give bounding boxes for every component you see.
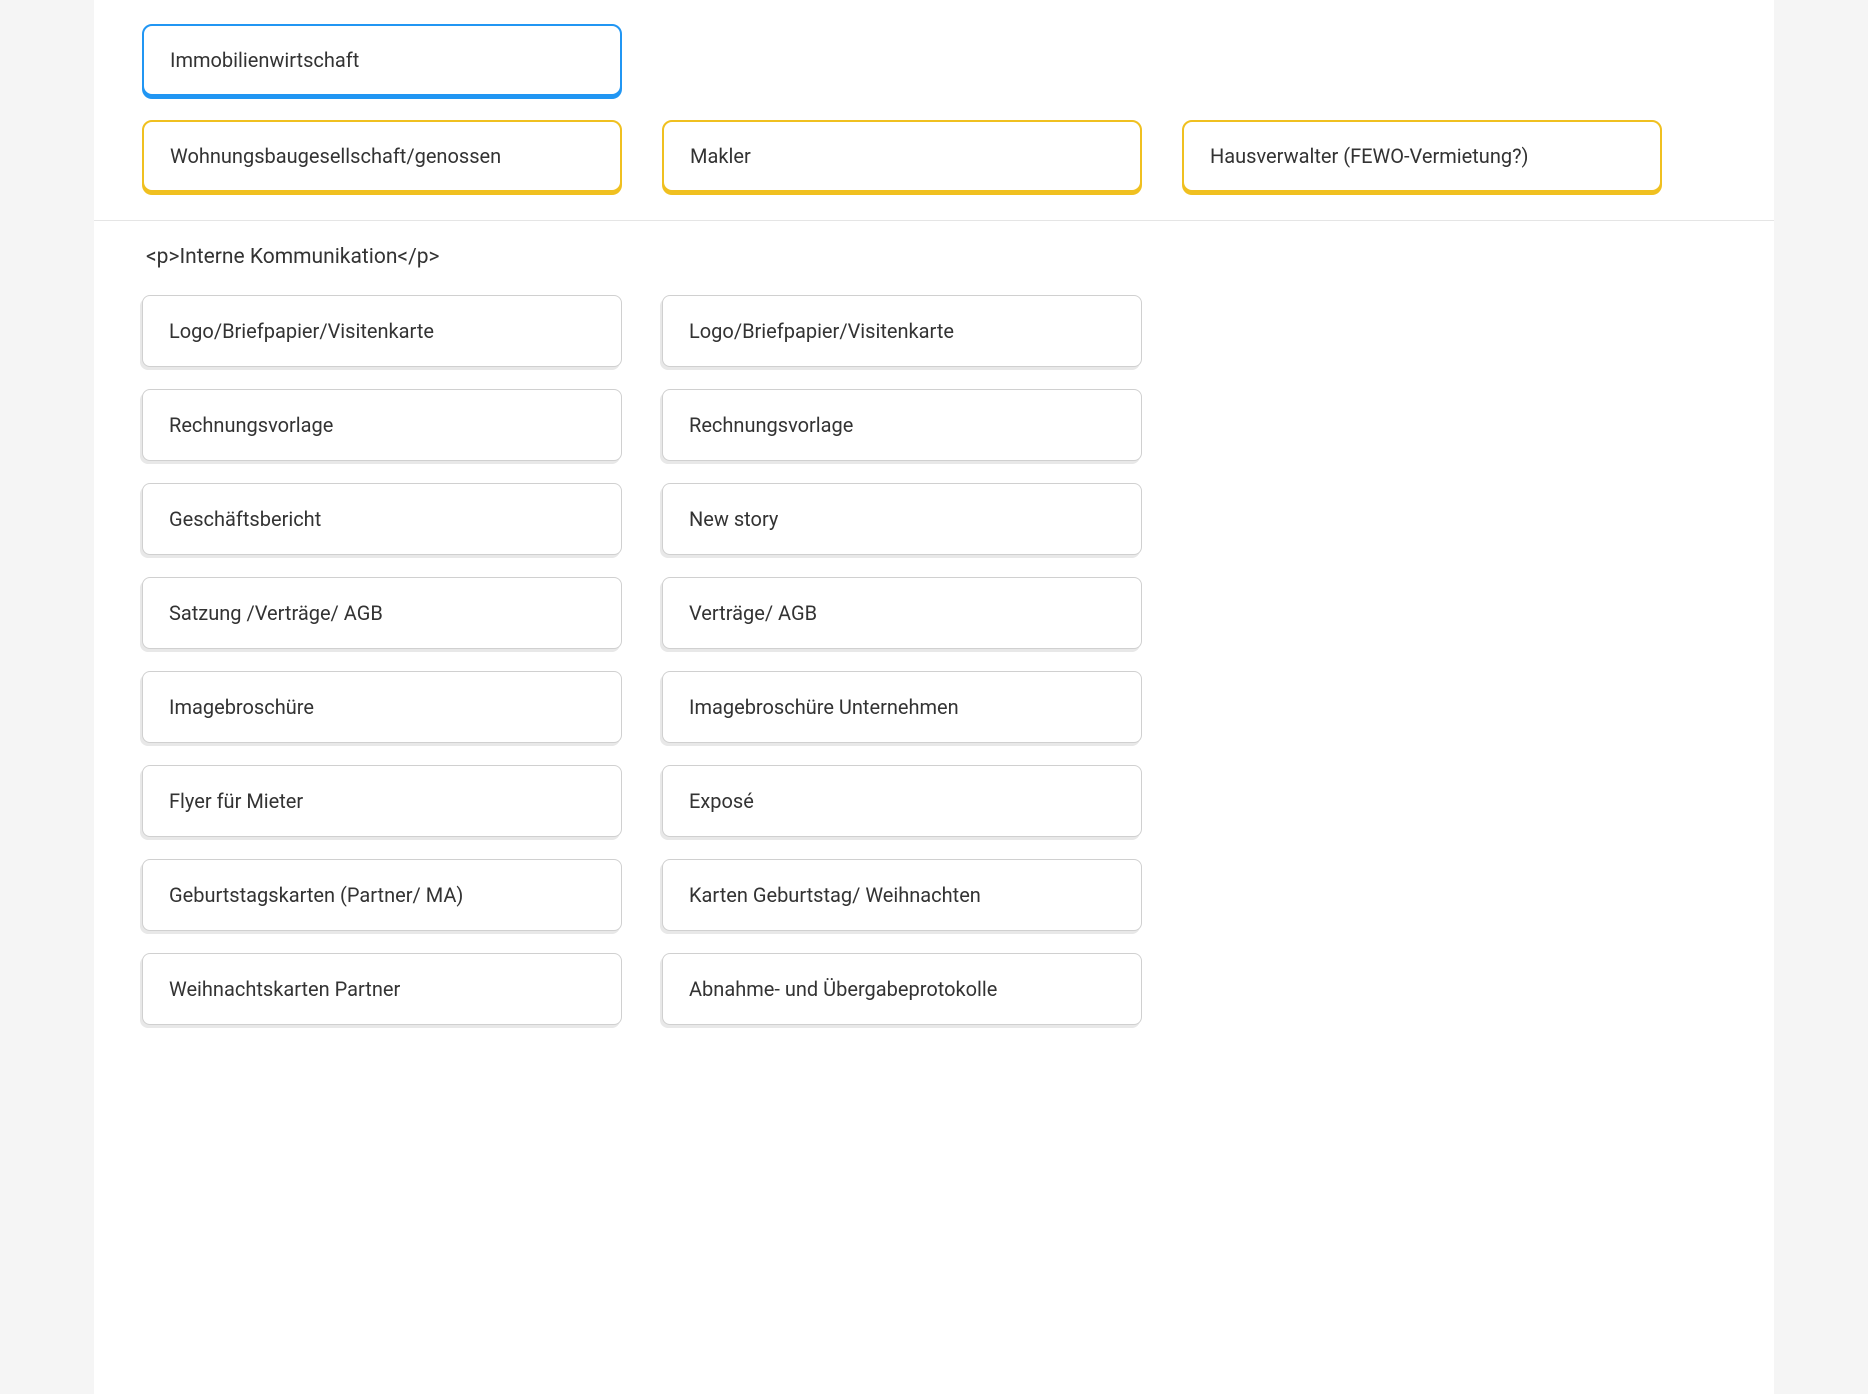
persona-card-child[interactable]: Hausverwalter (FEWO-Vermietung?) — [1182, 120, 1662, 192]
persona-card-parent[interactable]: Immobilienwirtschaft — [142, 24, 622, 96]
story-label: Exposé — [689, 789, 754, 813]
story-card[interactable]: Rechnungsvorlage — [142, 389, 622, 461]
story-label: Satzung /Verträge/ AGB — [169, 601, 383, 625]
story-label: Geburtstagskarten (Partner/ MA) — [169, 883, 463, 907]
story-card[interactable]: Flyer für Mieter — [142, 765, 622, 837]
story-label: Imagebroschüre Unternehmen — [689, 695, 959, 719]
story-card[interactable]: Logo/Briefpapier/Visitenkarte — [142, 295, 622, 367]
story-label: Geschäftsbericht — [169, 507, 321, 531]
story-section: <p>Interne Kommunikation</p> Logo/Briefp… — [94, 220, 1774, 1053]
story-card[interactable]: Verträge/ AGB — [662, 577, 1142, 649]
story-card[interactable]: Geburtstagskarten (Partner/ MA) — [142, 859, 622, 931]
persona-label: Immobilienwirtschaft — [170, 48, 359, 72]
story-card[interactable]: Logo/Briefpapier/Visitenkarte — [662, 295, 1142, 367]
story-label: Flyer für Mieter — [169, 789, 303, 813]
story-label: Karten Geburtstag/ Weihnachten — [689, 883, 981, 907]
story-card[interactable]: Karten Geburtstag/ Weihnachten — [662, 859, 1142, 931]
story-placeholder: New story — [689, 507, 778, 531]
persona-card-child[interactable]: Makler — [662, 120, 1142, 192]
story-grid: Logo/Briefpapier/Visitenkarte Logo/Brief… — [142, 295, 1726, 1025]
story-label: Logo/Briefpapier/Visitenkarte — [689, 319, 954, 343]
story-card-new[interactable]: New story — [662, 483, 1142, 555]
persona-section: Immobilienwirtschaft Wohnungsbaugesellsc… — [94, 0, 1774, 220]
story-card[interactable]: Geschäftsbericht — [142, 483, 622, 555]
story-label: Rechnungsvorlage — [169, 413, 333, 437]
story-card[interactable]: Satzung /Verträge/ AGB — [142, 577, 622, 649]
story-label: Rechnungsvorlage — [689, 413, 853, 437]
story-card[interactable]: Rechnungsvorlage — [662, 389, 1142, 461]
persona-label: Hausverwalter (FEWO-Vermietung?) — [1210, 144, 1529, 168]
story-label: Verträge/ AGB — [689, 601, 817, 625]
story-label: Weihnachtskarten Partner — [169, 977, 400, 1001]
persona-label: Makler — [690, 144, 751, 168]
story-card[interactable]: Imagebroschüre Unternehmen — [662, 671, 1142, 743]
story-card[interactable]: Weihnachtskarten Partner — [142, 953, 622, 1025]
story-card[interactable]: Imagebroschüre — [142, 671, 622, 743]
story-label: Logo/Briefpapier/Visitenkarte — [169, 319, 434, 343]
section-heading: <p>Interne Kommunikation</p> — [142, 245, 1726, 269]
persona-label: Wohnungsbaugesellschaft/genossen — [170, 144, 501, 168]
story-map-canvas: Immobilienwirtschaft Wohnungsbaugesellsc… — [94, 0, 1774, 1394]
story-label: Imagebroschüre — [169, 695, 314, 719]
persona-card-child[interactable]: Wohnungsbaugesellschaft/genossen — [142, 120, 622, 192]
story-card[interactable]: Abnahme- und Übergabeprotokolle — [662, 953, 1142, 1025]
story-label: Abnahme- und Übergabeprotokolle — [689, 977, 997, 1001]
story-card[interactable]: Exposé — [662, 765, 1142, 837]
